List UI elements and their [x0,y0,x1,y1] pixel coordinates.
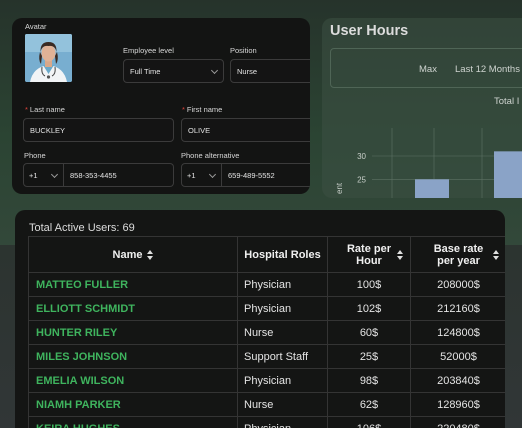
user-hours-card: User Hours Max Last 12 Months Total I 30… [322,18,522,198]
required-mark: * [25,105,28,114]
sort-icon[interactable] [147,249,154,260]
table-header-row: Name Hospital Roles Rate per Hour Base r… [28,236,505,273]
user-rate: 106$ [327,416,411,428]
user-base-rate: 203840$ [410,368,505,393]
position-input[interactable]: Nurse [230,59,310,83]
user-name-link[interactable]: KEIRA HUGHES [28,416,238,428]
y-tick-label: 25 [357,175,366,184]
user-name-link[interactable]: EMELIA WILSON [28,368,238,393]
user-role: Physician [237,368,328,393]
position-label: Position [230,46,257,55]
table-row[interactable]: MILES JOHNSON Support Staff 25$ 52000$ [28,344,505,369]
user-name-link[interactable]: MATTEO FULLER [28,272,238,297]
user-name-link[interactable]: HUNTER RILEY [28,320,238,345]
phone-alternative-field: +1 659-489-5552 [181,163,310,187]
total-active-users: Total Active Users: 69 [29,222,135,234]
phone-country-code-select[interactable]: +1 [23,163,64,187]
user-base-rate: 124800$ [410,320,505,345]
table-row[interactable]: EMELIA WILSON Physician 98$ 203840$ [28,368,505,393]
table-row[interactable]: ELLIOTT SCHMIDT Physician 102$ 212160$ [28,296,505,321]
y-tick-label: 30 [357,152,366,161]
user-role: Nurse [237,392,328,417]
position-value: Nurse [237,66,258,76]
user-role: Nurse [237,320,328,345]
phone-field: +1 858-353-4455 [23,163,174,187]
phone-alt-value: 659-489-5552 [228,170,275,180]
chevron-down-icon [208,170,217,179]
employee-level-value: Full Time [130,66,161,76]
column-header-base-rate-per-year[interactable]: Base rate per year [410,236,505,273]
chevron-down-icon [210,66,219,75]
required-mark: * [182,105,185,114]
user-role: Physician [237,416,328,428]
chart-bar [494,151,522,198]
phone-value: 858-353-4455 [70,170,117,180]
user-rate: 100$ [327,272,411,297]
phone-alternative-label: Phone alternative [181,151,240,160]
user-name-link[interactable]: MILES JOHNSON [28,344,238,369]
user-rate: 62$ [327,392,411,417]
user-name-link[interactable]: NIAMH PARKER [28,392,238,417]
sort-icon[interactable] [493,250,499,260]
phone-alt-code-value: +1 [187,170,196,180]
user-base-rate: 128960$ [410,392,505,417]
user-rate: 98$ [327,368,411,393]
user-rate: 102$ [327,296,411,321]
phone-input[interactable]: 858-353-4455 [64,163,174,187]
table-row[interactable]: HUNTER RILEY Nurse 60$ 124800$ [28,320,505,345]
user-rate: 25$ [327,344,411,369]
avatar[interactable] [25,34,72,82]
employee-level-select[interactable]: Full Time [123,59,224,83]
last-name-input[interactable]: BUCKLEY [23,118,174,142]
employee-level-label: Employee level [123,46,174,55]
user-role: Support Staff [237,344,328,369]
phone-label: Phone [24,151,46,160]
phone-code-value: +1 [29,170,38,180]
user-role: Physician [237,272,328,297]
employee-profile-card: Avatar Employee level Full Time Position… [12,18,310,194]
y-axis-label: ent [335,182,344,194]
user-role: Physician [237,296,328,321]
chevron-down-icon [50,170,59,179]
user-base-rate: 208000$ [410,272,505,297]
user-name-link[interactable]: ELLIOTT SCHMIDT [28,296,238,321]
user-base-rate: 220480$ [410,416,505,428]
avatar-label: Avatar [25,22,47,31]
table-row[interactable]: NIAMH PARKER Nurse 62$ 128960$ [28,392,505,417]
user-base-rate: 52000$ [410,344,505,369]
column-header-hospital-roles: Hospital Roles [237,236,328,273]
first-name-value: OLIVE [188,125,211,135]
phone-alternative-input[interactable]: 659-489-5552 [222,163,310,187]
sort-icon[interactable] [397,250,403,260]
column-header-rate-per-hour[interactable]: Rate per Hour [327,236,411,273]
users-table: Name Hospital Roles Rate per Hour Base r… [28,236,505,428]
nurse-photo-image [25,34,72,82]
last-name-value: BUCKLEY [30,125,66,135]
phone-alt-country-code-select[interactable]: +1 [181,163,222,187]
last-name-label: * Last name [25,105,65,114]
user-base-rate: 212160$ [410,296,505,321]
user-hours-chart: 30 25 ent [335,128,522,198]
chart-bar [415,179,449,198]
users-table-card: Total Active Users: 69 Name Hospital Rol… [15,210,505,428]
table-row[interactable]: MATTEO FULLER Physician 100$ 208000$ [28,272,505,297]
table-row[interactable]: KEIRA HUGHES Physician 106$ 220480$ [28,416,505,428]
column-header-name[interactable]: Name [28,236,238,273]
first-name-input[interactable]: OLIVE [181,118,310,142]
user-rate: 60$ [327,320,411,345]
first-name-label: * First name [182,105,223,114]
